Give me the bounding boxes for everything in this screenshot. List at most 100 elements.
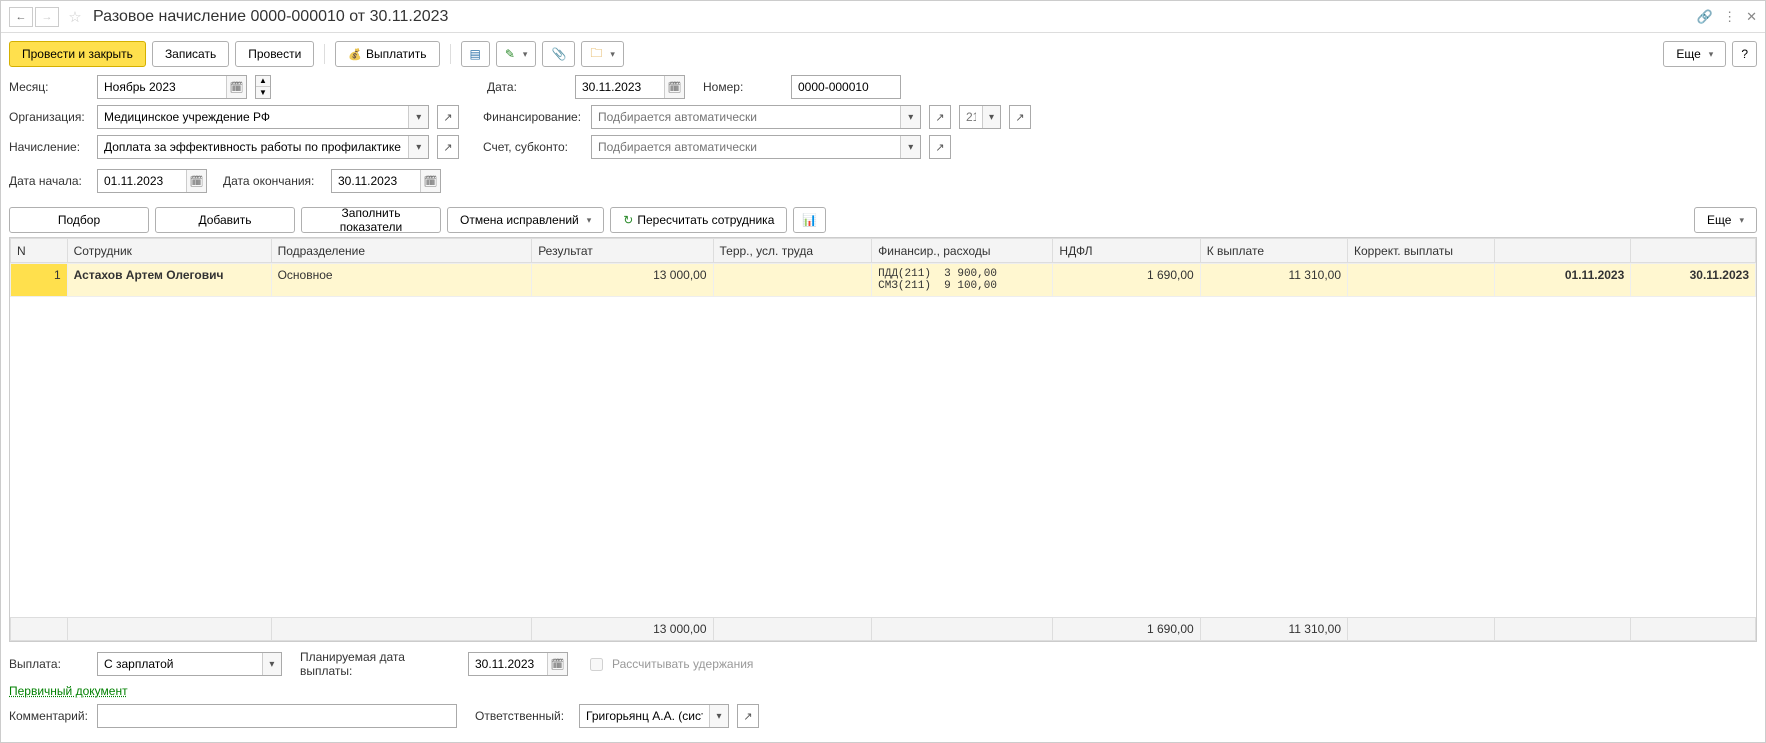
account-code-open-button[interactable]: ↗ xyxy=(1009,105,1031,129)
col-correct[interactable]: Коррект. выплаты xyxy=(1348,239,1495,263)
accrual-open-button[interactable]: ↗ xyxy=(437,135,459,159)
payout-input[interactable] xyxy=(98,653,262,675)
account-dropdown-button[interactable]: ▾ xyxy=(900,136,920,158)
cell-topay[interactable]: 11 310,00 xyxy=(1200,264,1347,297)
employee-grid: N Сотрудник Подразделение Результат Терр… xyxy=(9,237,1757,642)
cell-terr[interactable] xyxy=(713,264,872,297)
refresh-icon: ↻ xyxy=(623,213,633,227)
account-open-button[interactable]: ↗ xyxy=(929,135,951,159)
pay-button[interactable]: Выплатить xyxy=(335,41,439,67)
responsible-input[interactable] xyxy=(580,705,709,727)
col-date2[interactable] xyxy=(1631,239,1756,263)
col-date1[interactable] xyxy=(1495,239,1631,263)
fill-indicators-button[interactable]: Заполнить показатели xyxy=(301,207,441,233)
main-toolbar: Провести и закрыть Записать Провести Вып… xyxy=(1,33,1765,75)
folder-icon: 🗀 xyxy=(590,44,602,65)
col-employee[interactable]: Сотрудник xyxy=(67,239,271,263)
recalc-employee-button[interactable]: ↻ Пересчитать сотрудника xyxy=(610,207,787,233)
more-button[interactable]: Еще xyxy=(1663,41,1726,67)
org-dropdown-button[interactable]: ▾ xyxy=(408,106,428,128)
account-input[interactable] xyxy=(592,136,900,158)
form-area: Месяц: 🗓 ▲ ▼ Дата: 🗓 Номер: Организация: xyxy=(1,75,1765,207)
report-button[interactable]: ▤ xyxy=(461,41,490,67)
table-row[interactable]: 1 Астахов Артем Олегович Основное 13 000… xyxy=(11,264,1756,297)
help-button[interactable]: ? xyxy=(1732,41,1757,67)
date-end-label: Дата окончания: xyxy=(223,174,323,188)
grid-header: N Сотрудник Подразделение Результат Терр… xyxy=(10,238,1756,263)
print-button[interactable]: 🗀 xyxy=(581,41,624,67)
table-more-button[interactable]: Еще xyxy=(1694,207,1757,233)
plan-date-calendar-button[interactable]: 🗓 xyxy=(547,653,567,675)
number-input[interactable] xyxy=(792,76,900,98)
col-fin[interactable]: Финансир., расходы xyxy=(872,239,1053,263)
more-menu-icon[interactable]: ⋮ xyxy=(1723,9,1736,25)
accrual-input[interactable] xyxy=(98,136,408,158)
cell-result[interactable]: 13 000,00 xyxy=(532,264,713,297)
cell-d2[interactable]: 30.11.2023 xyxy=(1631,264,1756,297)
date-end-input[interactable] xyxy=(332,170,420,192)
link-icon[interactable]: 🔗 xyxy=(1697,9,1713,25)
cancel-corrections-button[interactable]: Отмена исправлений xyxy=(447,207,604,233)
cell-dept[interactable]: Основное xyxy=(271,264,532,297)
cell-employee[interactable]: Астахов Артем Олегович xyxy=(67,264,271,297)
responsible-open-button[interactable]: ↗ xyxy=(737,704,759,728)
plan-date-input[interactable] xyxy=(469,653,547,675)
org-open-button[interactable]: ↗ xyxy=(437,105,459,129)
col-n[interactable]: N xyxy=(11,239,68,263)
primary-document-link[interactable]: Первичный документ xyxy=(9,684,128,698)
col-ndfl[interactable]: НДФЛ xyxy=(1053,239,1200,263)
col-topay[interactable]: К выплате xyxy=(1200,239,1347,263)
save-button[interactable]: Записать xyxy=(152,41,229,67)
chart-button[interactable]: 📊 xyxy=(793,207,826,233)
month-label: Месяц: xyxy=(9,80,89,94)
post-and-close-button[interactable]: Провести и закрыть xyxy=(9,41,146,67)
cell-correct[interactable] xyxy=(1348,264,1495,297)
create-basis-button[interactable]: ✎ xyxy=(496,41,537,67)
date-input[interactable] xyxy=(576,76,664,98)
month-down-button[interactable]: ▼ xyxy=(256,87,270,98)
finance-input[interactable] xyxy=(592,106,900,128)
date-start-calendar-button[interactable]: 🗓 xyxy=(186,170,206,192)
finance-dropdown-button[interactable]: ▾ xyxy=(900,106,920,128)
month-stepper[interactable]: ▲ ▼ xyxy=(255,75,271,99)
col-terr[interactable]: Терр., усл. труда xyxy=(713,239,872,263)
cell-ndfl[interactable]: 1 690,00 xyxy=(1053,264,1200,297)
calc-deductions-label: Рассчитывать удержания xyxy=(612,657,753,671)
month-up-button[interactable]: ▲ xyxy=(256,76,270,87)
plan-date-label: Планируемая дата выплаты: xyxy=(300,650,460,678)
add-button[interactable]: Добавить xyxy=(155,207,295,233)
table-toolbar: Подбор Добавить Заполнить показатели Отм… xyxy=(1,207,1765,237)
account-label: Счет, субконто: xyxy=(483,140,583,154)
org-label: Организация: xyxy=(9,110,89,124)
account-code-input[interactable] xyxy=(960,106,982,128)
col-result[interactable]: Результат xyxy=(532,239,713,263)
cell-fin[interactable]: ПДД(211) 3 900,00 СМЗ(211) 9 100,00 xyxy=(872,264,1053,297)
finance-label: Финансирование: xyxy=(483,110,583,124)
nav-back-button[interactable]: ← xyxy=(9,7,33,27)
org-input[interactable] xyxy=(98,106,408,128)
responsible-dropdown-button[interactable]: ▾ xyxy=(709,705,728,727)
col-dept[interactable]: Подразделение xyxy=(271,239,532,263)
accrual-dropdown-button[interactable]: ▾ xyxy=(408,136,428,158)
date-label: Дата: xyxy=(487,80,567,94)
date-end-calendar-button[interactable]: 🗓 xyxy=(420,170,440,192)
cell-d1[interactable]: 01.11.2023 xyxy=(1495,264,1631,297)
date-start-input[interactable] xyxy=(98,170,186,192)
payout-dropdown-button[interactable]: ▾ xyxy=(262,653,281,675)
close-icon[interactable]: ✕ xyxy=(1746,9,1757,25)
responsible-label: Ответственный: xyxy=(475,709,571,723)
finance-open-button[interactable]: ↗ xyxy=(929,105,951,129)
calc-deductions-checkbox xyxy=(590,658,603,671)
account-code-dropdown[interactable]: ▾ xyxy=(982,106,1000,128)
favorite-star-icon[interactable]: ☆ xyxy=(65,8,85,26)
month-input[interactable] xyxy=(98,76,226,98)
month-calendar-button[interactable]: 🗓 xyxy=(226,76,246,98)
pick-button[interactable]: Подбор xyxy=(9,207,149,233)
comment-input[interactable] xyxy=(98,705,456,727)
cell-n[interactable]: 1 xyxy=(11,264,68,297)
nav-forward-button[interactable]: → xyxy=(35,7,59,27)
date-calendar-button[interactable]: 🗓 xyxy=(664,76,684,98)
attach-button[interactable]: 📎 xyxy=(542,41,575,67)
post-button[interactable]: Провести xyxy=(235,41,314,67)
comment-label: Комментарий: xyxy=(9,709,89,723)
